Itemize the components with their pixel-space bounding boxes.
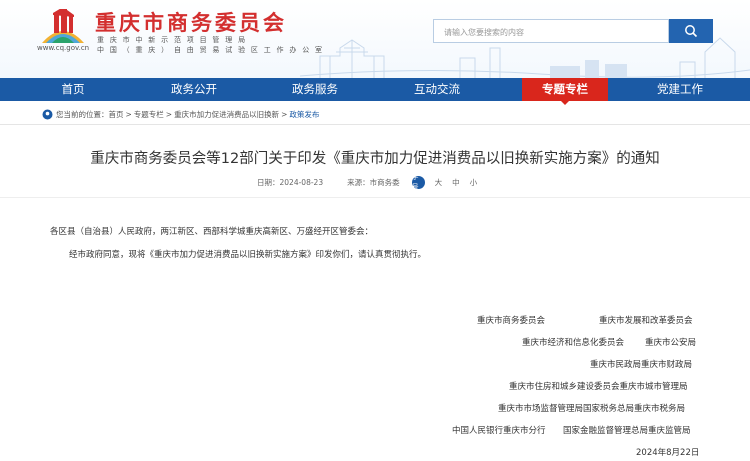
site-title[interactable]: 重庆市商务委员会 xyxy=(95,7,287,37)
signatory: 重庆市住房和城乡建设委员会重庆市城市管理局 xyxy=(509,382,688,392)
article-source: 来源：市商务委 xyxy=(347,177,400,187)
breadcrumb-item-special[interactable]: 专题专栏 xyxy=(134,109,164,120)
signatory: 重庆市经济和信息化委员会 xyxy=(522,338,625,348)
breadcrumb-item-policy[interactable]: 政策发布 xyxy=(289,109,319,120)
breadcrumb-separator: > xyxy=(125,109,132,119)
breadcrumb-item-topic[interactable]: 重庆市加力促进消费品以旧换新 xyxy=(174,109,279,120)
site-subtitle-2: 中 国 （ 重 庆 ） 自 由 贸 易 试 验 区 工 作 办 公 室 xyxy=(97,46,324,54)
font-size-small-button[interactable]: 小 xyxy=(470,177,478,188)
signatory: 重庆市民政局重庆市财政局 xyxy=(590,360,693,370)
breadcrumb-item-home[interactable]: 首页 xyxy=(109,109,124,120)
article-paragraph: 经市政府同意，现将《重庆市加力促进消费品以旧换新实施方案》印发你们，请认真贯彻执… xyxy=(69,250,427,260)
search-input[interactable] xyxy=(434,21,668,44)
nav-item-interaction[interactable]: 互动交流 xyxy=(395,78,479,101)
signatory: 国家金融监督管理总局重庆监管局 xyxy=(563,426,691,436)
breadcrumb-prefix: 您当前的位置： xyxy=(56,109,109,119)
article-date: 日期：2024-08-23 xyxy=(257,177,324,187)
site-url: www.cq.gov.cn xyxy=(37,44,90,52)
nav-item-gov-services[interactable]: 政务服务 xyxy=(273,78,357,101)
site-logo-icon[interactable] xyxy=(40,9,86,45)
font-size-large-button[interactable]: 大 xyxy=(435,177,443,188)
breadcrumb-separator: > xyxy=(165,109,173,119)
article-meta: 日期：2024-08-23 来源：市商务委 字号 大 中 小 xyxy=(257,173,478,191)
nav-item-special-topics[interactable]: 专题专栏 xyxy=(522,78,608,105)
search-box xyxy=(433,19,669,44)
font-size-icon: 字号 xyxy=(411,173,425,191)
font-size-medium-button[interactable]: 中 xyxy=(452,177,460,188)
nav-item-gov-affairs[interactable]: 政务公开 xyxy=(152,78,236,101)
signatory: 重庆市发展和改革委员会 xyxy=(599,316,693,326)
location-pin-icon xyxy=(42,109,53,119)
article-paragraph: 各区县（自治县）人民政府，两江新区、西部科学城重庆高新区、万盛经开区管委会： xyxy=(50,227,374,237)
breadcrumb: 您当前的位置： 首页 > 专题专栏 > 重庆市加力促进消费品以旧换新 > 政策发… xyxy=(42,107,319,121)
nav-item-home[interactable]: 首页 xyxy=(34,78,112,101)
search-icon xyxy=(685,25,698,38)
site-header: www.cq.gov.cn 重庆市商务委员会 重 庆 市 中 新 示 范 项 目… xyxy=(0,0,750,78)
signatory: 重庆市公安局 xyxy=(645,338,697,348)
search-button[interactable] xyxy=(669,19,713,43)
signatory: 重庆市市场监督管理局国家税务总局重庆市税务局 xyxy=(498,404,686,414)
nav-item-party-building[interactable]: 党建工作 xyxy=(638,78,722,101)
signature-date: 2024年8月22日 xyxy=(636,448,700,458)
signatory: 中国人民银行重庆市分行 xyxy=(452,426,546,436)
main-nav: 首页 政务公开 政务服务 互动交流 专题专栏 党建工作 xyxy=(0,78,750,105)
site-subtitle-1: 重 庆 市 中 新 示 范 项 目 管 理 局 xyxy=(97,36,247,44)
signatory: 重庆市商务委员会 xyxy=(477,316,546,326)
divider xyxy=(0,124,750,125)
divider xyxy=(0,197,750,198)
breadcrumb-separator: > xyxy=(281,109,288,119)
article-title: 重庆市商务委员会等12部门关于印发《重庆市加力促进消费品以旧换新实施方案》的通知 xyxy=(90,151,660,167)
